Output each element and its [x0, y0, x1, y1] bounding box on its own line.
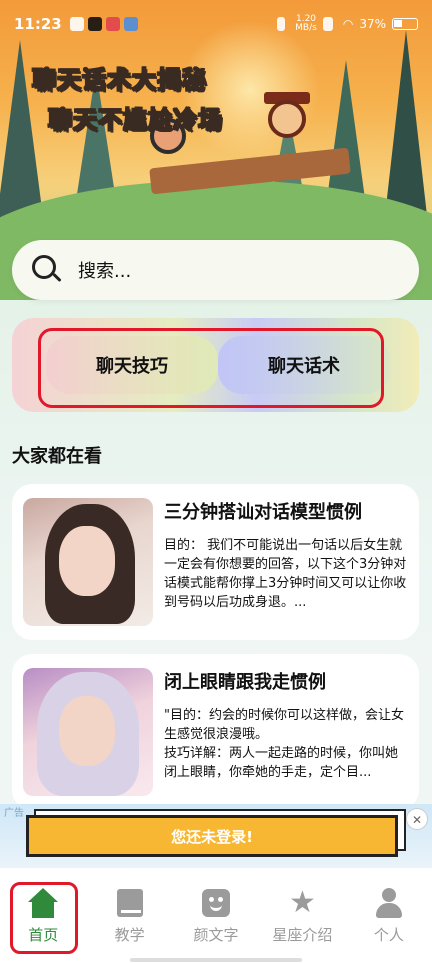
- sim-icon: [322, 17, 333, 31]
- battery-percent: 37%: [359, 17, 386, 31]
- home-indicator[interactable]: [130, 958, 302, 962]
- book-icon: [115, 888, 145, 918]
- search-icon: [32, 255, 62, 285]
- nav-item-zodiac[interactable]: ★ 星座介绍: [259, 868, 345, 964]
- article-card[interactable]: 三分钟搭讪对话模型惯例 目的： 我们不可能说出一句话以后女生就一定会有你想要的回…: [12, 484, 419, 640]
- nav-label: 个人: [373, 926, 404, 944]
- chat-scripts-button[interactable]: 聊天话术: [218, 336, 390, 394]
- hero-character: [268, 100, 306, 138]
- user-icon: [374, 888, 404, 918]
- emoticon-icon: [201, 888, 231, 918]
- nav-item-profile[interactable]: 个人: [346, 868, 432, 964]
- nav-item-emoticons[interactable]: 颜文字: [173, 868, 259, 964]
- article-description: 目的： 我们不可能说出一句话以后女生就一定会有你想要的回答，以下这个3分钟对话模…: [164, 538, 407, 610]
- login-banner[interactable]: 您还未登录!: [26, 815, 398, 857]
- article-thumbnail: [23, 668, 153, 796]
- article-description: "目的：约会的时候你可以这样做，会让女生感觉很浪漫哦。 技巧详解：两人一起走路的…: [164, 708, 404, 780]
- home-icon: [28, 888, 59, 918]
- wifi-icon: ◠: [342, 17, 354, 31]
- battery-icon: [392, 18, 418, 30]
- status-right: 1.20 MB/s ◠ 37%: [277, 15, 418, 33]
- article-title: 闭上眼睛跟我走惯例: [164, 672, 326, 693]
- article-card[interactable]: 闭上眼睛跟我走惯例 "目的：约会的时候你可以这样做，会让女生感觉很浪漫哦。 技巧…: [12, 654, 419, 810]
- article-title: 三分钟搭讪对话模型惯例: [164, 502, 362, 523]
- vibrate-icon: [277, 17, 286, 31]
- ad-label: 广告: [4, 808, 24, 819]
- notification-icon: [69, 17, 84, 31]
- bottom-nav: 首页 教学 颜文字 ★ 星座介绍 个人: [0, 868, 432, 964]
- nav-label: 首页: [28, 926, 59, 944]
- feature-panel: 聊天技巧 聊天话术: [12, 318, 419, 412]
- hero-title-line1: 聊天话术大揭秘: [31, 65, 207, 95]
- nav-label: 教学: [114, 926, 145, 944]
- tiktok-icon: [87, 17, 102, 31]
- article-thumbnail: [23, 498, 153, 626]
- nav-item-home[interactable]: 首页: [0, 868, 86, 964]
- search-placeholder: 搜索...: [78, 261, 132, 282]
- status-bar: 11:23 1.20 MB/s ◠ 37%: [0, 0, 432, 48]
- close-icon[interactable]: ✕: [406, 808, 428, 830]
- search-bar[interactable]: 搜索...: [12, 240, 419, 300]
- status-time: 11:23: [14, 15, 62, 33]
- chat-skills-button[interactable]: 聊天技巧: [46, 336, 218, 394]
- nav-item-teaching[interactable]: 教学: [86, 868, 172, 964]
- section-title: 大家都在看: [12, 446, 102, 467]
- app-icon: [123, 17, 138, 31]
- nav-label: 星座介绍: [272, 926, 333, 944]
- hero-title-line2: 聊天不尴尬冷场: [47, 105, 223, 135]
- nav-label: 颜文字: [193, 926, 239, 944]
- network-speed: 1.20 MB/s: [295, 14, 317, 33]
- app-icon: [105, 17, 120, 31]
- star-icon: ★: [288, 885, 316, 920]
